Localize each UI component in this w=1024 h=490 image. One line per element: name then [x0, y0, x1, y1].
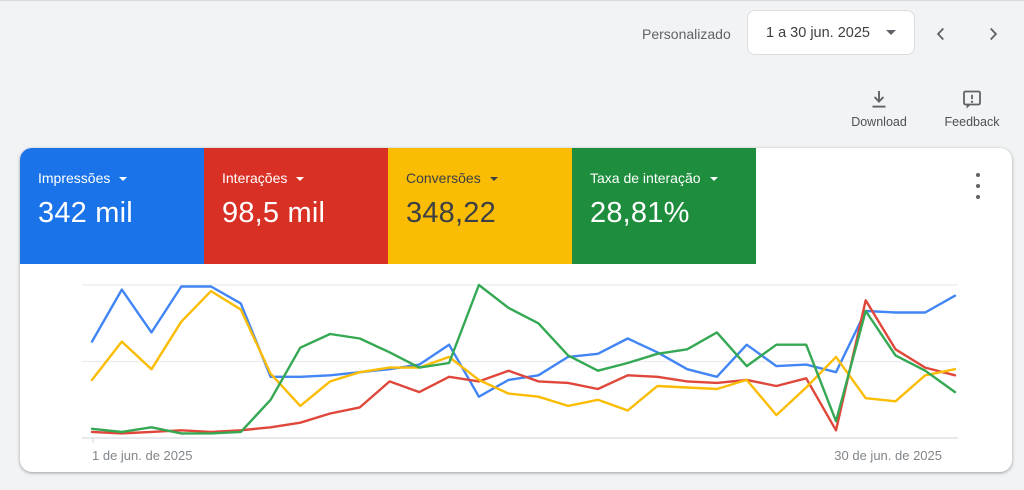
chart-line-Impressões — [90, 285, 957, 398]
kebab-dot — [976, 173, 980, 177]
ads-report-page: Personalizado 1 a 30 jun. 2025 Download … — [0, 0, 1024, 490]
x-axis-end-label: 30 de jun. de 2025 — [834, 448, 942, 463]
date-mode-label: Personalizado — [642, 26, 731, 42]
download-label: Download — [851, 115, 907, 129]
feedback-icon — [963, 90, 981, 109]
x-axis-start-label: 1 de jun. de 2025 — [92, 448, 193, 463]
kebab-dot — [976, 195, 980, 199]
scorecard-conversions[interactable]: Conversões 348,22 — [388, 148, 572, 264]
chevron-down-icon — [886, 30, 896, 35]
chevron-down-icon — [709, 177, 718, 181]
previous-period-button[interactable] — [926, 19, 956, 49]
scorecard-value: 28,81% — [590, 197, 690, 229]
scorecard-value: 342 mil — [38, 197, 133, 229]
scorecard-label: Conversões — [406, 170, 572, 186]
date-range-value: 1 a 30 jun. 2025 — [765, 24, 870, 41]
more-options-button[interactable] — [969, 173, 987, 199]
scorecard-interactions[interactable]: Interações 98,5 mil — [204, 148, 388, 264]
chevron-left-icon — [936, 27, 944, 41]
chevron-down-icon — [489, 177, 498, 181]
time-series-chart — [82, 283, 958, 443]
feedback-label: Feedback — [944, 115, 1000, 129]
kebab-dot — [976, 184, 980, 188]
scorecard-value: 98,5 mil — [222, 197, 326, 229]
performance-card: Impressões 342 mil Interações 98,5 mil C… — [20, 148, 1012, 472]
download-icon — [872, 91, 886, 108]
scorecard-row: Impressões 342 mil Interações 98,5 mil C… — [20, 148, 756, 264]
x-axis-labels: 1 de jun. de 2025 30 de jun. de 2025 — [82, 448, 958, 463]
chevron-down-icon — [119, 177, 128, 181]
scorecard-value: 348,22 — [406, 197, 496, 229]
scorecard-label: Taxa de interação — [590, 170, 756, 186]
next-period-button[interactable] — [978, 19, 1008, 49]
feedback-button[interactable]: Feedback — [937, 88, 1007, 129]
scorecard-interaction-rate[interactable]: Taxa de interação 28,81% — [572, 148, 756, 264]
download-button[interactable]: Download — [844, 88, 914, 129]
scorecard-impressions[interactable]: Impressões 342 mil — [20, 148, 204, 264]
scorecard-label: Impressões — [38, 170, 204, 186]
chevron-down-icon — [296, 177, 305, 181]
date-range-selector[interactable]: 1 a 30 jun. 2025 — [747, 10, 915, 55]
chevron-right-icon — [990, 27, 998, 41]
scorecard-label: Interações — [222, 170, 388, 186]
